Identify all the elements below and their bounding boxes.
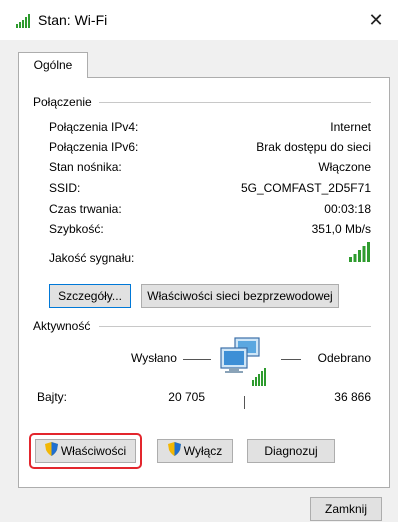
connection-group-label: Połączenie — [33, 95, 98, 109]
general-panel: Połączenie Połączenia IPv4: Internet Poł… — [18, 77, 390, 488]
ipv6-label: Połączenia IPv6: — [49, 140, 139, 154]
bytes-sent-value: 20 705 — [168, 390, 205, 404]
received-divider — [281, 359, 301, 360]
sent-divider — [183, 359, 211, 360]
wireless-properties-button[interactable]: Właściwości sieci bezprzewodowej — [141, 284, 339, 308]
speed-value: 351,0 Mb/s — [311, 222, 371, 236]
ipv4-label: Połączenia IPv4: — [49, 120, 139, 134]
signal-quality-label: Jakość sygnału: — [49, 251, 135, 265]
duration-value: 00:03:18 — [324, 202, 371, 216]
diagnose-button[interactable]: Diagnozuj — [247, 439, 335, 463]
disable-button[interactable]: Wyłącz — [157, 439, 233, 463]
sent-label: Wysłano — [131, 351, 177, 365]
close-button[interactable]: Zamknij — [310, 497, 382, 521]
ssid-value: 5G_COMFAST_2D5F71 — [240, 181, 371, 195]
tab-general[interactable]: Ogólne — [18, 52, 88, 78]
shield-icon — [167, 441, 181, 463]
shield-icon — [44, 441, 58, 463]
ipv6-value: Brak dostępu do sieci — [256, 140, 371, 154]
speed-label: Szybkość: — [49, 222, 104, 236]
media-state-label: Stan nośnika: — [49, 160, 122, 174]
bytes-received-value: 36 866 — [334, 390, 371, 404]
signal-strength-icon — [349, 242, 371, 265]
activity-group-label: Aktywność — [33, 319, 97, 333]
properties-button-label: Właściwości — [60, 444, 127, 458]
received-label: Odebrano — [317, 351, 371, 365]
wifi-signal-icon — [16, 14, 34, 31]
disable-button-label: Wyłącz — [183, 444, 223, 458]
ssid-label: SSID: — [49, 181, 81, 195]
media-state-value: Włączone — [318, 160, 371, 174]
details-button[interactable]: Szczegóły... — [49, 284, 131, 308]
title-bar: Stan: Wi-Fi ✕ — [0, 0, 398, 40]
properties-button[interactable]: Właściwości — [35, 439, 136, 463]
bytes-separator — [244, 396, 245, 409]
activity-group-divider — [99, 326, 371, 327]
window-title: Stan: Wi-Fi — [38, 12, 108, 28]
bytes-label: Bajty: — [37, 390, 68, 404]
wifi-status-dialog: Stan: Wi-Fi ✕ Ogólne Połączenie Połączen… — [0, 0, 398, 522]
connection-group-divider — [99, 102, 371, 103]
network-computers-icon — [219, 336, 271, 391]
close-icon[interactable]: ✕ — [354, 0, 398, 40]
duration-label: Czas trwania: — [49, 202, 122, 216]
ipv4-value: Internet — [330, 120, 371, 134]
